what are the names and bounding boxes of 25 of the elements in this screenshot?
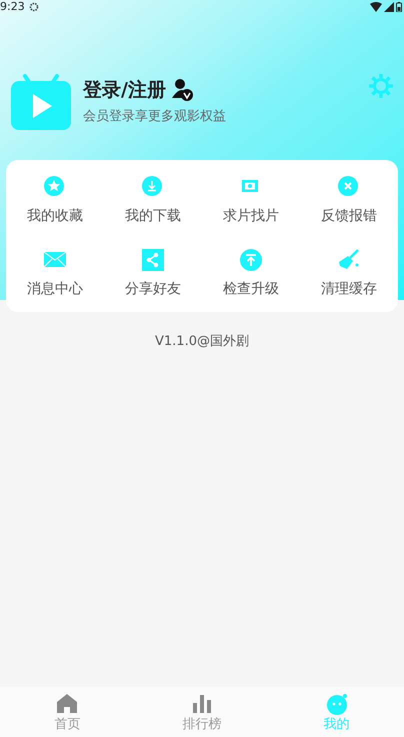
menu-item[interactable]: 我的收藏 (6, 176, 104, 227)
menu-item[interactable]: 我的下载 (104, 176, 202, 227)
menu-item[interactable]: 求片找片 (202, 176, 300, 227)
download-icon (142, 176, 164, 198)
share-icon (142, 249, 164, 271)
login-register-link[interactable]: 登录/注册 (83, 77, 166, 103)
close-icon (338, 176, 360, 198)
face-icon (326, 693, 348, 715)
user-verified-icon (172, 78, 194, 102)
status-time: 9:23 (0, 0, 25, 14)
menu-item[interactable]: 反馈报错 (300, 176, 398, 227)
login-subtitle: 会员登录享更多观影权益 (83, 108, 226, 126)
signal-icon (384, 2, 394, 12)
bar-chart-icon (190, 693, 213, 715)
broom-icon (338, 249, 360, 271)
home-icon (56, 693, 78, 715)
wifi-icon (370, 2, 382, 12)
menu-item[interactable]: 消息中心 (6, 249, 104, 300)
battery-icon (396, 2, 402, 12)
upgrade-icon (240, 249, 262, 271)
version-text: V1.1.0@国外剧 (155, 333, 249, 351)
menu-item[interactable]: 清理缓存 (300, 249, 398, 300)
tv-logo-icon (11, 74, 71, 130)
menu-item[interactable]: 检查升级 (202, 249, 300, 300)
menu-item[interactable]: 分享好友 (104, 249, 202, 300)
